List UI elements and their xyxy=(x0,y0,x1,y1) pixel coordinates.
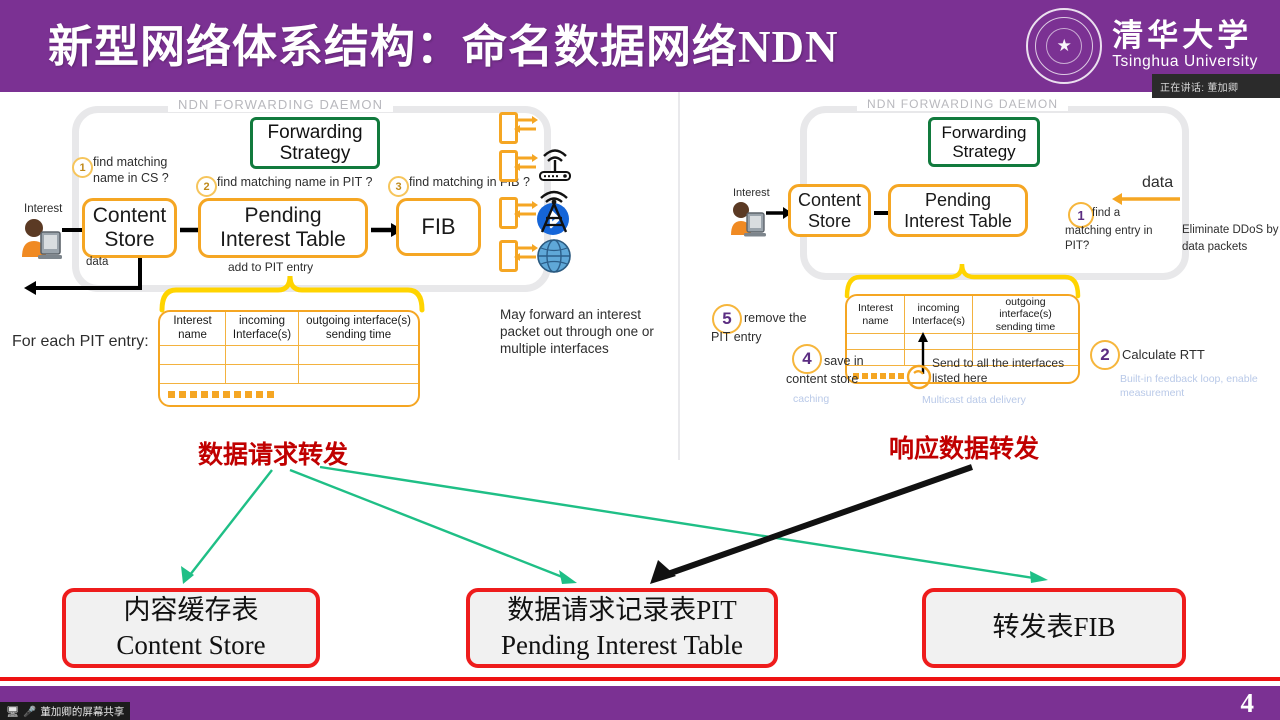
footer-red-rule xyxy=(0,677,1280,681)
tsinghua-logo: ★ 清华大学 Tsinghua University xyxy=(1026,8,1258,84)
bottom-box-pit: 数据请求记录表PIT Pending Interest Table xyxy=(466,588,778,668)
slide-footer xyxy=(0,686,1280,720)
microphone-icon: 🎤 xyxy=(23,705,37,718)
bottom-box-0-cn: 内容缓存表 xyxy=(123,594,259,625)
university-name-en: Tsinghua University xyxy=(1112,52,1258,70)
university-name-cn: 清华大学 xyxy=(1112,18,1253,54)
bottom-box-fib: 转发表FIB xyxy=(922,588,1186,668)
slide-body: NDN FORWARDING DAEMON Forwarding Strateg… xyxy=(0,92,1280,677)
page-number: 4 xyxy=(1240,687,1255,718)
tsinghua-seal-icon: ★ xyxy=(1026,8,1103,84)
slide-header: 新型网络体系结构：命名数据网络NDN ★ 清华大学 Tsinghua Unive… xyxy=(0,0,1280,92)
slide-root: 新型网络体系结构：命名数据网络NDN ★ 清华大学 Tsinghua Unive… xyxy=(0,0,1280,720)
bottom-box-2-cn: 转发表FIB xyxy=(992,612,1116,643)
bottom-box-0-en: Content Store xyxy=(116,630,266,660)
star-icon: ★ xyxy=(1056,36,1072,56)
bottom-box-content-store: 内容缓存表 Content Store xyxy=(62,588,320,668)
page-title: 新型网络体系结构：命名数据网络NDN xyxy=(48,22,839,72)
logo-text-block: 清华大学 Tsinghua University xyxy=(1112,20,1258,71)
screen-share-indicator[interactable]: 🖥 🎤 董加卿的屏幕共享 xyxy=(0,702,131,720)
speaker-status-badge: 正在讲话: 董加卿 xyxy=(1152,74,1280,98)
screen-share-label: 董加卿的屏幕共享 xyxy=(40,705,125,718)
bottom-box-1-cn: 数据请求记录表PIT xyxy=(507,594,737,625)
bottom-box-1-en: Pending Interest Table xyxy=(500,630,744,660)
monitor-icon: 🖥 xyxy=(6,705,20,718)
